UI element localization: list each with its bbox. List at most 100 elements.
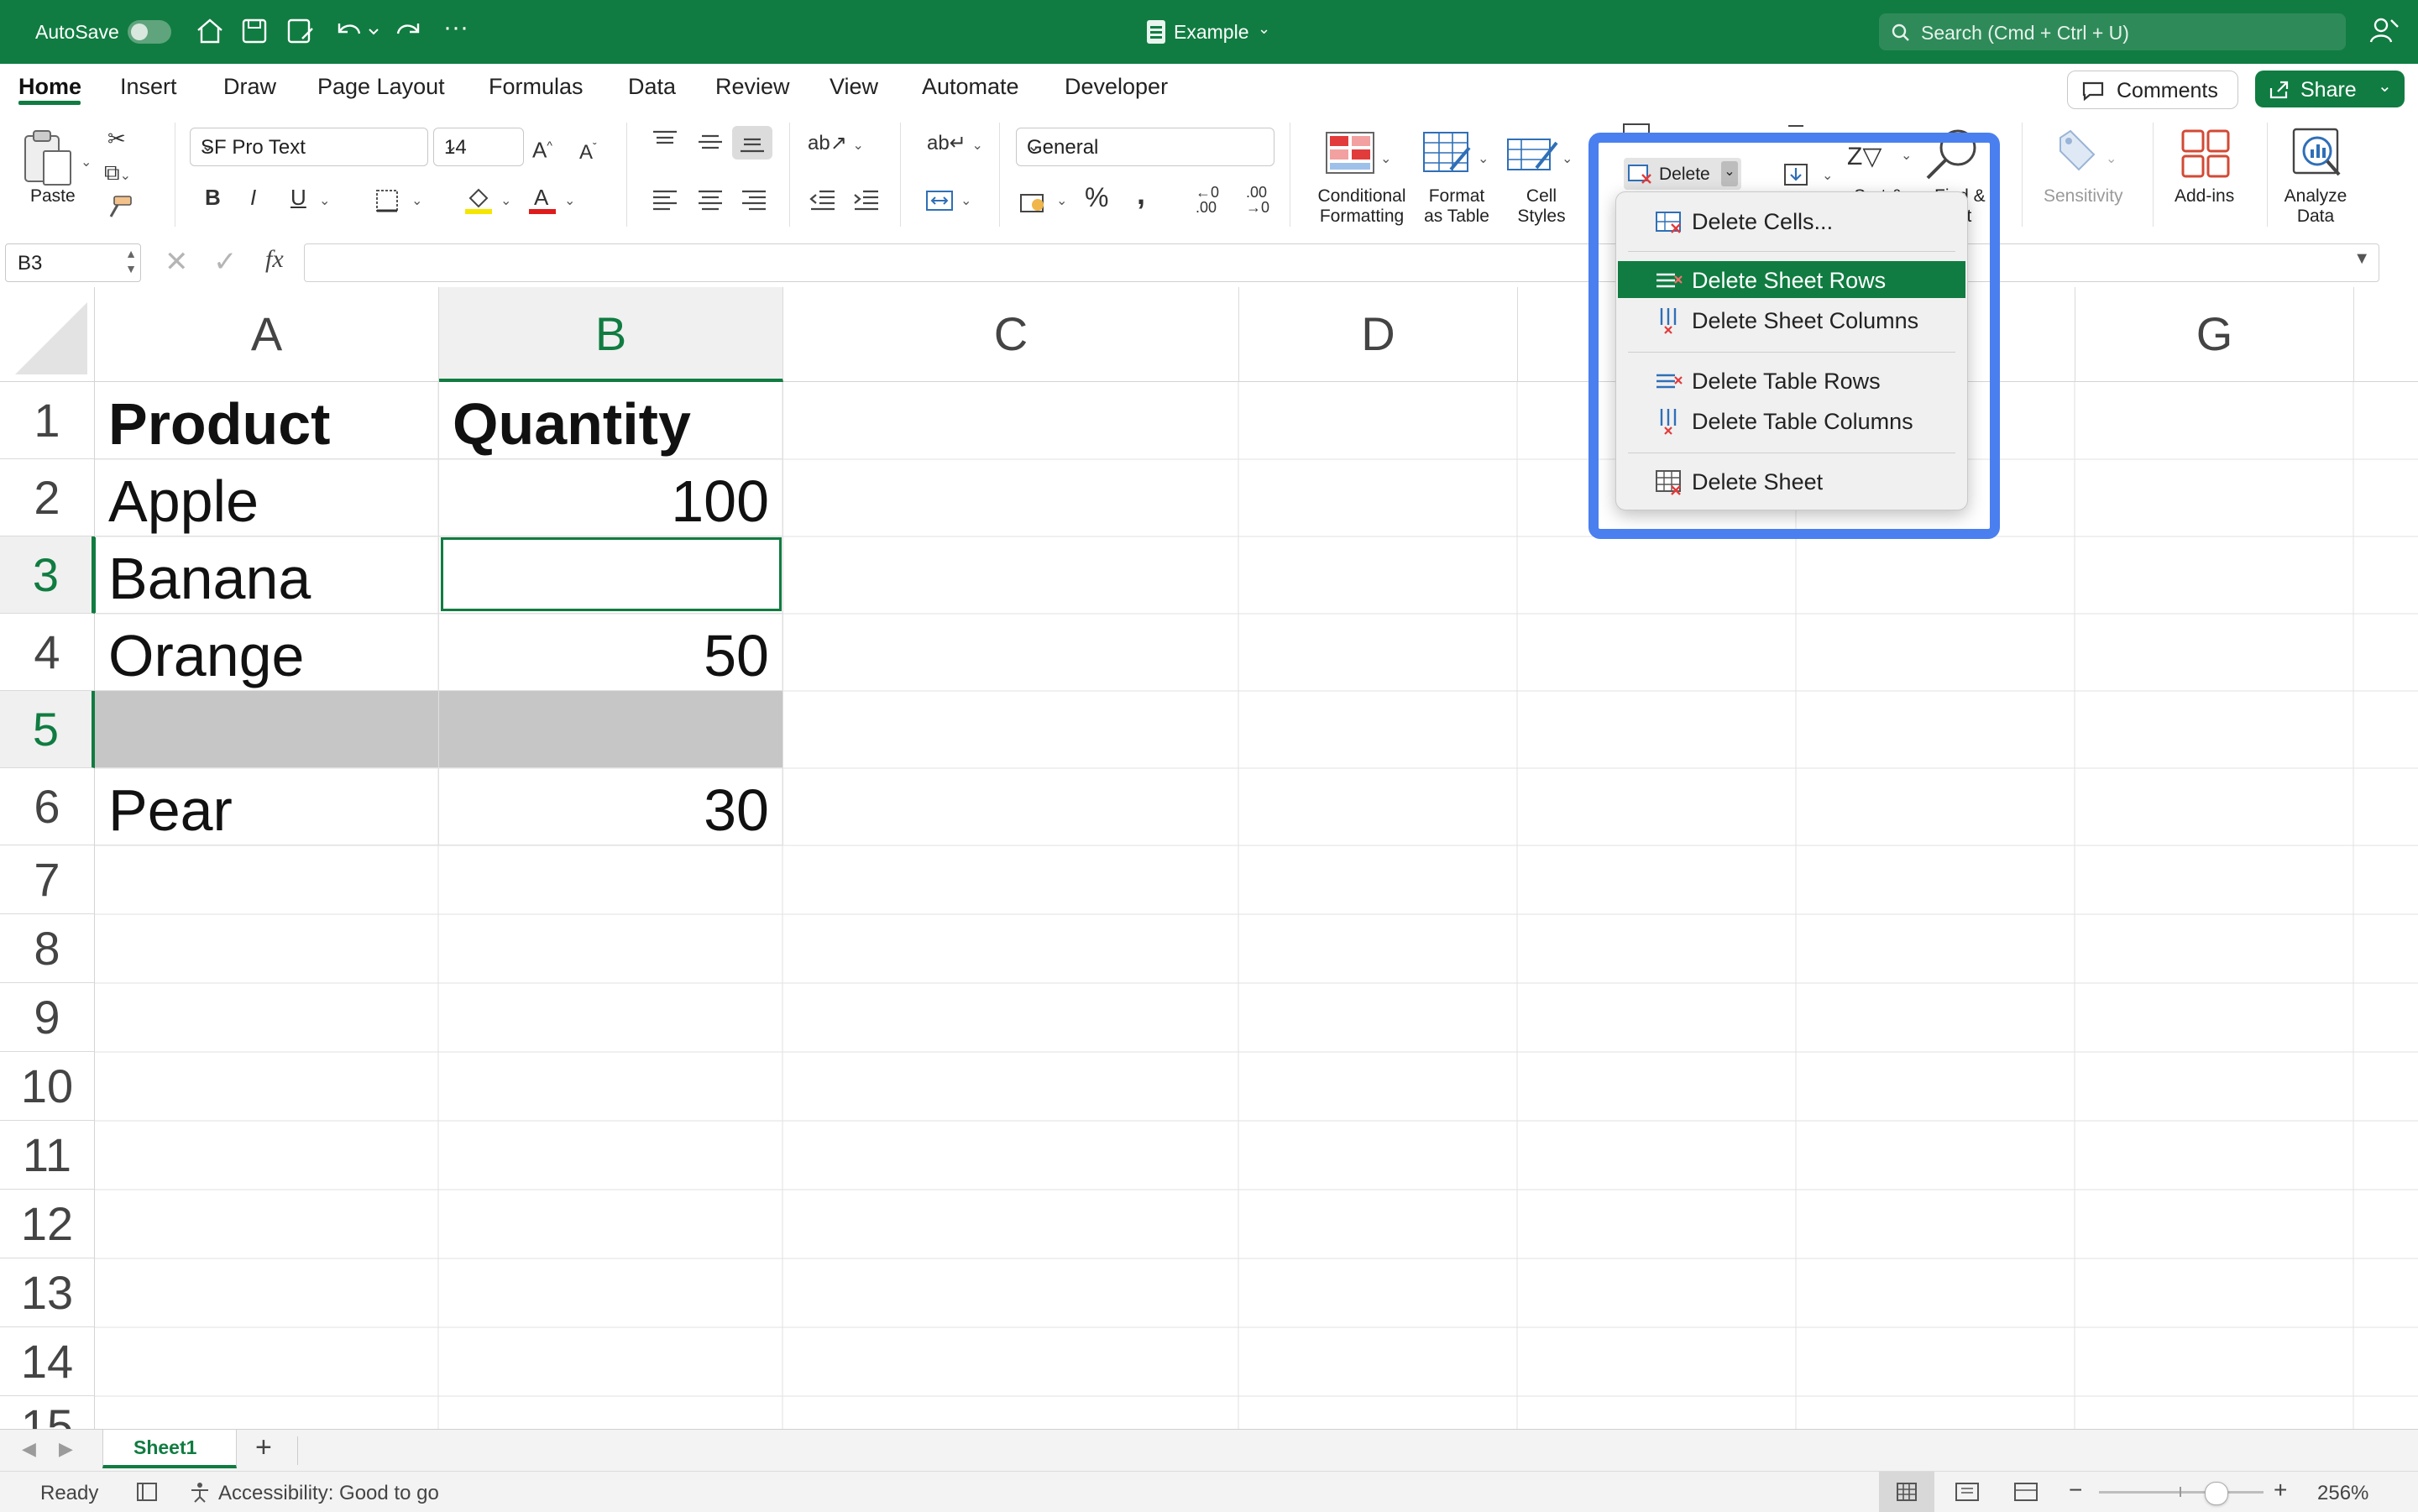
cut-icon[interactable]: ✂ (107, 126, 126, 151)
tab-review[interactable]: Review (715, 74, 790, 100)
column-header-b[interactable]: B (439, 287, 783, 382)
bold-icon[interactable]: B (205, 185, 221, 210)
cell-b6[interactable]: 30 (439, 768, 783, 845)
font-size-select[interactable]: 14 ⌄ (433, 128, 524, 166)
row-header-2[interactable]: 2 (0, 459, 95, 536)
zoom-level[interactable]: 256% (2317, 1482, 2368, 1505)
decrease-indent-icon[interactable] (809, 188, 836, 212)
scroll-left-icon[interactable]: ◀ (22, 1438, 36, 1460)
formula-input[interactable]: ▼ (304, 243, 2379, 282)
chevron-down-icon[interactable]: ⌄ (564, 185, 575, 214)
align-left-icon[interactable] (652, 188, 678, 212)
column-header-d[interactable]: D (1239, 287, 1518, 382)
comments-button[interactable]: Comments (2067, 71, 2238, 109)
stepper-icon[interactable]: ▲ ▼ (125, 246, 137, 276)
chevron-down-icon[interactable]: ⌄ (81, 146, 92, 175)
cell-b2[interactable]: 100 (439, 459, 783, 536)
analyze-data-icon[interactable] (2290, 126, 2344, 180)
increase-indent-icon[interactable] (853, 188, 880, 212)
chevron-down-icon[interactable]: ⌄ (960, 185, 971, 214)
document-title[interactable]: Example (1174, 21, 1248, 44)
cell-b4[interactable]: 50 (439, 614, 783, 691)
cell-a3[interactable]: Banana (95, 536, 439, 614)
account-icon[interactable] (2368, 15, 2401, 47)
page-break-view-icon[interactable] (2013, 1482, 2039, 1502)
add-ins-icon[interactable] (2180, 128, 2232, 180)
borders-icon[interactable] (374, 188, 400, 213)
scroll-right-icon[interactable]: ▶ (59, 1438, 73, 1460)
row-header-7[interactable]: 7 (0, 845, 95, 914)
chevron-down-icon[interactable]: ⌄ (1258, 20, 1270, 38)
copy-icon[interactable]: ⧉⌄ (104, 160, 131, 189)
undo-icon[interactable] (332, 17, 383, 45)
font-name-select[interactable]: SF Pro Text ⌄ (190, 128, 428, 166)
page-layout-view-icon[interactable] (1955, 1482, 1980, 1502)
cell-a6[interactable]: Pear (95, 768, 439, 845)
autosave-toggle[interactable] (128, 20, 171, 44)
home-icon[interactable] (195, 17, 225, 45)
zoom-in-icon[interactable]: + (2274, 1477, 2287, 1504)
conditional-formatting-icon[interactable] (1325, 131, 1375, 175)
tab-draw[interactable]: Draw (223, 74, 276, 100)
align-right-icon[interactable] (741, 188, 767, 212)
cell-b1[interactable]: Quantity (439, 382, 783, 459)
chevron-down-icon[interactable]: ⌄ (1380, 143, 1391, 172)
merge-center-icon[interactable] (925, 188, 954, 213)
decrease-decimal-icon[interactable]: .00 →0 (1246, 185, 1269, 215)
zoom-out-icon[interactable]: − (2069, 1477, 2082, 1504)
decrease-font-size-icon[interactable]: Aˇ (579, 134, 597, 165)
tab-page-layout[interactable]: Page Layout (317, 74, 445, 100)
accessibility-status[interactable]: Accessibility: Good to go (218, 1482, 439, 1505)
sensitivity-icon[interactable] (2054, 126, 2101, 178)
chevron-down-icon[interactable]: ⌄ (1478, 143, 1489, 172)
search-box[interactable]: Search (Cmd + Ctrl + U) (1879, 13, 2346, 50)
align-center-icon[interactable] (697, 188, 724, 212)
italic-icon[interactable]: I (250, 185, 256, 210)
row-header-10[interactable]: 10 (0, 1052, 95, 1121)
share-button[interactable]: Share ⌄ (2255, 71, 2405, 107)
font-color-icon[interactable]: A (527, 185, 557, 215)
macro-record-icon[interactable] (134, 1480, 161, 1504)
column-header-c[interactable]: C (783, 287, 1239, 382)
fill-color-icon[interactable] (463, 185, 494, 215)
underline-icon[interactable]: U (290, 185, 306, 210)
worksheet-grid[interactable]: A B C D E F G 1 2 3 4 5 6 7 8 9 10 11 12… (0, 287, 2418, 1429)
row-header-12[interactable]: 12 (0, 1190, 95, 1258)
row-header-8[interactable]: 8 (0, 914, 95, 983)
cancel-icon[interactable]: ✕ (165, 245, 189, 279)
row-header-11[interactable]: 11 (0, 1121, 95, 1190)
chevron-down-icon[interactable]: ⌄ (2106, 143, 2117, 172)
format-as-table-icon[interactable] (1422, 131, 1473, 175)
save-as-icon[interactable] (285, 17, 316, 45)
add-sheet-icon[interactable]: + (255, 1431, 272, 1464)
row-header-9[interactable]: 9 (0, 983, 95, 1052)
insert-function-icon[interactable]: fx (265, 245, 284, 274)
align-middle-icon[interactable] (697, 131, 724, 153)
accounting-format-icon[interactable] (1019, 188, 1049, 215)
orientation-icon[interactable]: ab↗ ⌄ (808, 131, 864, 159)
zoom-slider-track[interactable] (2099, 1491, 2264, 1494)
tab-developer[interactable]: Developer (1065, 74, 1168, 100)
column-header-h[interactable] (2354, 287, 2418, 382)
align-top-icon[interactable] (652, 129, 678, 151)
increase-font-size-icon[interactable]: A^ (532, 133, 552, 163)
column-header-a[interactable]: A (95, 287, 439, 382)
cell-a1[interactable]: Product (95, 382, 439, 459)
tab-data[interactable]: Data (628, 74, 676, 100)
redo-icon[interactable] (395, 17, 425, 45)
cell-a5[interactable] (95, 691, 439, 768)
name-box[interactable]: B3 ▲ ▼ (5, 243, 141, 282)
comma-style-icon[interactable]: , (1137, 179, 1145, 209)
format-painter-icon[interactable] (106, 195, 134, 220)
row-header-13[interactable]: 13 (0, 1258, 95, 1327)
row-header-14[interactable]: 14 (0, 1327, 95, 1396)
normal-view-button[interactable] (1879, 1472, 1934, 1512)
chevron-down-icon[interactable]: ⌄ (411, 185, 422, 214)
row-header-1[interactable]: 1 (0, 382, 95, 459)
cell-b5[interactable] (439, 691, 783, 768)
row-header-3[interactable]: 3 (0, 536, 95, 614)
enter-icon[interactable]: ✓ (213, 245, 238, 279)
increase-decimal-icon[interactable]: ←0.00 (1196, 185, 1219, 215)
tab-view[interactable]: View (830, 74, 878, 100)
chevron-down-icon[interactable]: ⌄ (1056, 185, 1067, 214)
